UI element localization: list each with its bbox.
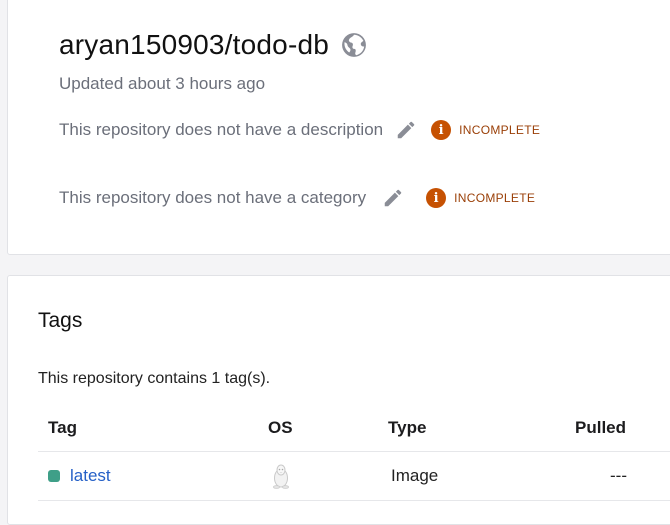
column-header-tag: Tag — [48, 418, 77, 437]
info-icon: i — [431, 120, 452, 140]
linux-icon — [273, 464, 289, 489]
column-header-type: Type — [388, 418, 427, 437]
globe-icon — [342, 33, 366, 57]
description-status-badge: i INCOMPLETE — [431, 120, 540, 140]
tag-name[interactable]: latest — [70, 466, 111, 486]
status-label: INCOMPLETE — [454, 191, 536, 205]
repository-name: aryan150903/todo-db — [59, 29, 330, 60]
repository-card: aryan150903/todo-db Updated about 3 hour… — [7, 0, 670, 255]
pencil-icon[interactable] — [395, 119, 417, 141]
tags-table-header: Tag OS Type Pulled — [38, 410, 670, 452]
tag-status-dot — [48, 470, 60, 482]
column-header-os: OS — [268, 418, 293, 437]
description-text: This repository does not have a descript… — [59, 120, 384, 139]
repository-header: aryan150903/todo-db — [59, 29, 367, 61]
description-row: This repository does not have a descript… — [59, 119, 540, 141]
category-status-badge: i INCOMPLETE — [426, 188, 535, 208]
tags-heading: Tags — [38, 309, 83, 332]
category-text: This repository does not have a category — [59, 188, 367, 207]
category-row: This repository does not have a category… — [59, 187, 535, 209]
tags-card: Tags This repository contains 1 tag(s). … — [7, 275, 670, 525]
tag-pulled: --- — [610, 466, 627, 485]
status-label: INCOMPLETE — [459, 123, 541, 137]
column-header-pulled: Pulled — [575, 418, 627, 437]
pencil-icon[interactable] — [382, 187, 404, 209]
tag-type: Image — [391, 466, 439, 485]
info-icon: i — [426, 188, 447, 208]
tag-link[interactable]: latest — [48, 466, 111, 486]
last-updated-text: Updated about 3 hours ago — [59, 74, 266, 93]
table-row: latest Image --- — [38, 453, 670, 501]
tags-summary: This repository contains 1 tag(s). — [38, 370, 271, 387]
